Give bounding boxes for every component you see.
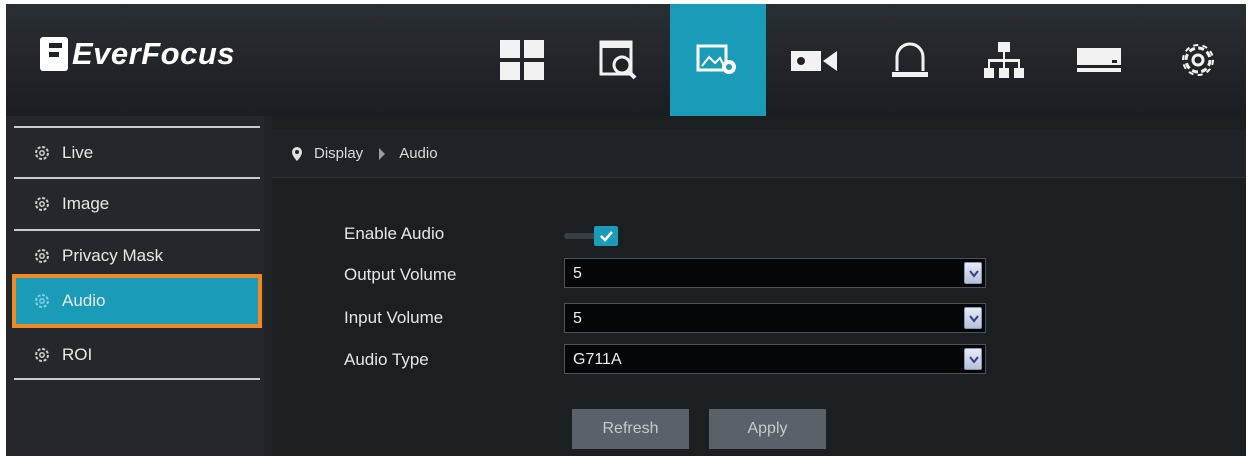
checkmark-icon [600, 231, 613, 242]
alarm-bell-icon [892, 42, 928, 77]
chevron-down-icon[interactable] [964, 307, 982, 329]
sidebar-item-label: Image [62, 194, 110, 213]
refresh-button[interactable]: Refresh [572, 409, 689, 449]
breadcrumb: Display Audio [272, 130, 1246, 178]
image-settings-icon [696, 44, 736, 74]
storage-icon [1077, 48, 1121, 72]
nav-playback-search[interactable] [571, 4, 667, 116]
gear-icon [35, 348, 49, 362]
nav-system[interactable] [1150, 4, 1246, 116]
sidebar-item-image[interactable]: Image [14, 181, 260, 227]
sidebar-divider [14, 126, 260, 128]
location-pin-icon [292, 146, 302, 161]
nav-camera[interactable] [767, 4, 863, 116]
breadcrumb-arrow-icon [379, 147, 386, 160]
sidebar-item-privacy-mask[interactable]: Privacy Mask [14, 233, 260, 279]
logo-text: EverFocus [72, 36, 236, 71]
nav-network[interactable] [956, 4, 1052, 116]
enable-audio-label: Enable Audio [344, 224, 445, 243]
sidebar-item-label: Privacy Mask [62, 246, 164, 265]
nav-storage[interactable] [1051, 4, 1147, 116]
audio-type-select[interactable]: G711A [564, 344, 986, 374]
main-content: Display Audio Enable Audio Output Volume… [272, 116, 1246, 456]
network-icon [984, 42, 1024, 78]
sidebar-divider [14, 177, 260, 179]
everfocus-logo: EverFocus [40, 34, 235, 74]
sidebar-item-roi[interactable]: ROI [14, 332, 260, 378]
system-gear-icon [1182, 44, 1214, 76]
logo-mark-icon [40, 37, 68, 71]
sidebar-item-audio[interactable]: Audio [12, 274, 262, 328]
enable-audio-toggle[interactable] [564, 226, 638, 246]
live-grid-icon [500, 40, 544, 80]
breadcrumb-parent[interactable]: Display [314, 145, 363, 162]
gear-icon [35, 249, 49, 263]
chevron-down-icon[interactable] [964, 262, 982, 284]
app-window: EverFocus Live Image Privacy Mask Audio … [6, 4, 1246, 456]
breadcrumb-current: Audio [399, 145, 438, 162]
gear-icon [35, 197, 49, 211]
chevron-down-icon[interactable] [964, 348, 982, 370]
audio-type-value: G711A [573, 351, 622, 368]
gear-icon [35, 294, 49, 308]
toggle-check-box [594, 226, 618, 246]
input-volume-label: Input Volume [344, 308, 444, 327]
output-volume-value: 5 [573, 265, 582, 282]
nav-image-settings[interactable] [670, 4, 766, 116]
sidebar-item-label: Live [62, 143, 94, 162]
output-volume-select[interactable]: 5 [564, 258, 986, 288]
sidebar-item-label: ROI [62, 345, 93, 364]
sidebar-divider [14, 378, 260, 380]
nav-alarm[interactable] [862, 4, 958, 116]
camera-icon [791, 51, 837, 71]
sidebar-item-live[interactable]: Live [14, 130, 260, 176]
sidebar: Live Image Privacy Mask Audio ROI [6, 116, 264, 456]
sidebar-divider [14, 229, 260, 231]
audio-type-label: Audio Type [344, 350, 429, 369]
nav-live-grid[interactable] [474, 4, 570, 116]
input-volume-select[interactable]: 5 [564, 303, 986, 333]
output-volume-label: Output Volume [344, 265, 457, 284]
apply-button[interactable]: Apply [709, 409, 826, 449]
input-volume-value: 5 [573, 310, 582, 327]
gear-icon [35, 146, 49, 160]
playback-search-icon [599, 40, 637, 80]
sidebar-item-label: Audio [62, 291, 106, 310]
top-header: EverFocus [6, 4, 1246, 116]
